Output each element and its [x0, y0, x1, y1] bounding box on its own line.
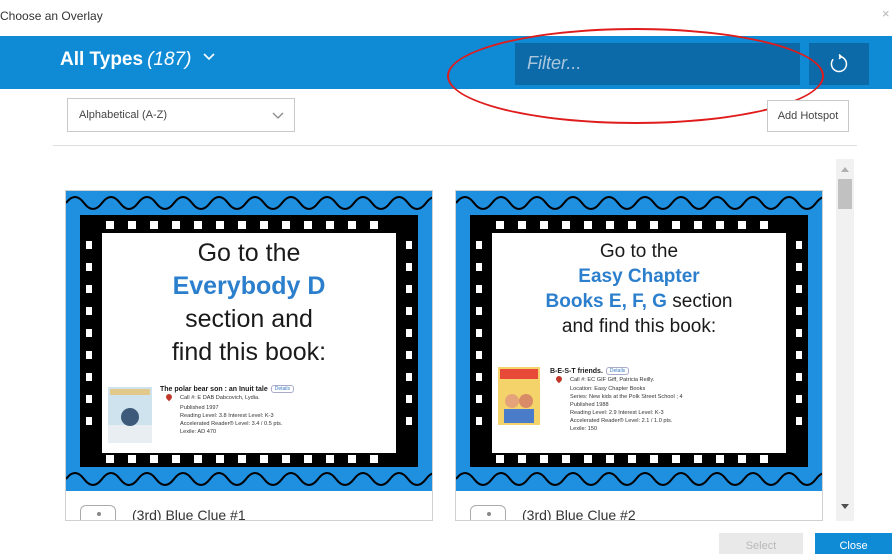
- add-hotspot-button[interactable]: Add Hotspot: [767, 100, 849, 132]
- book-cover-image: [498, 367, 540, 425]
- slide-panel: Go to the Everybody D section and find t…: [102, 233, 396, 453]
- slide-highlight: Everybody D: [172, 272, 326, 300]
- scroll-up-arrow-icon[interactable]: [841, 167, 849, 172]
- book-reading-level: Reading Level: 3.8 Interest Level: K-3: [180, 413, 274, 419]
- refresh-button[interactable]: [809, 43, 869, 85]
- slide-panel: Go to the Easy Chapter Books E, F, G sec…: [492, 233, 786, 453]
- chevron-down-icon: [203, 53, 215, 61]
- slide-highlight: Easy Chapter: [578, 266, 700, 287]
- scroll-down-arrow-icon[interactable]: [841, 504, 849, 509]
- slide-line: Go to the: [599, 241, 679, 262]
- close-icon[interactable]: ×: [882, 6, 892, 21]
- details-button: Details: [270, 385, 295, 393]
- book-title: B-E-S-T friends. Details: [550, 367, 630, 375]
- book-ar-level: Accelerated Reader® Level: 2.1 / 1.0 pts…: [570, 418, 673, 424]
- location-pin-icon: [554, 374, 564, 384]
- slide-highlight: Books E, F, G: [545, 291, 667, 312]
- type-dropdown-label: All Types: [60, 49, 144, 70]
- slide-line: section and: [185, 305, 313, 333]
- divider: [53, 145, 857, 146]
- book-title-text: The polar bear son : an Inuit tale: [160, 386, 268, 393]
- overlay-dialog: Choose an Overlay × All Types (187) Filte…: [0, 0, 892, 554]
- scrollbar[interactable]: [836, 159, 854, 521]
- dialog-title-bar: Choose an Overlay ×: [0, 0, 892, 36]
- book-reading-level: Reading Level: 2.9 Interest Level: K-3: [570, 410, 664, 416]
- card-label: (3rd) Blue Clue #1: [132, 507, 246, 521]
- book-series: Series: New kids at the Polk Street Scho…: [570, 394, 683, 400]
- slide-heading: Go to the Easy Chapter Books E, F, G sec…: [492, 239, 786, 339]
- book-title: The polar bear son : an Inuit tale Detail…: [160, 385, 295, 393]
- card-label: (3rd) Blue Clue #2: [522, 507, 636, 521]
- slide-line: and find this book:: [561, 316, 717, 337]
- close-button[interactable]: Close: [815, 533, 892, 554]
- type-dropdown[interactable]: All Types (187): [60, 49, 215, 71]
- location-pin-icon: [164, 392, 174, 402]
- overlay-card[interactable]: Go to the Easy Chapter Books E, F, G sec…: [455, 190, 823, 521]
- book-call-number: Call #: E DAB Dabcovich, Lydia.: [180, 395, 260, 401]
- book-ar-level: Accelerated Reader® Level: 3.4 / 0.5 pts…: [180, 421, 283, 427]
- book-published: Published 1988: [570, 402, 609, 408]
- card-footer: (3rd) Blue Clue #1: [66, 491, 432, 521]
- chevron-down-icon: [272, 112, 284, 119]
- scroll-thumb[interactable]: [838, 179, 852, 209]
- overlay-card[interactable]: Go to the Everybody D section and find t…: [65, 190, 433, 521]
- book-published: Published 1997: [180, 405, 219, 411]
- sort-value: Alphabetical (A-Z): [79, 109, 168, 121]
- radio-dot: [97, 512, 101, 516]
- filter-placeholder: Filter...: [527, 53, 582, 73]
- dialog-title: Choose an Overlay: [0, 9, 103, 23]
- slide-line: find this book:: [171, 338, 327, 366]
- slide-line: section: [666, 291, 733, 312]
- toolbar: All Types (187) Filter...: [0, 36, 892, 89]
- select-button[interactable]: Select: [719, 533, 803, 554]
- book-call-number: Call #: EC GIF Giff, Patricia Reilly.: [570, 377, 655, 383]
- book-lexile: Lexile: AD 470: [180, 429, 217, 435]
- refresh-icon: [830, 54, 848, 73]
- card-select-radio[interactable]: [80, 505, 116, 520]
- book-title-text: B-E-S-T friends.: [550, 368, 603, 375]
- card-footer: (3rd) Blue Clue #2: [456, 491, 822, 521]
- slide-heading: Go to the Everybody D section and find t…: [102, 237, 396, 369]
- radio-dot: [487, 512, 491, 516]
- card-select-radio[interactable]: [470, 505, 506, 520]
- type-count: (187): [147, 49, 192, 70]
- book-record: The polar bear son : an Inuit tale Detail…: [102, 383, 396, 449]
- book-cover-image: [108, 387, 152, 443]
- slide-line: Go to the: [197, 239, 301, 267]
- card-thumbnail: Go to the Everybody D section and find t…: [66, 191, 432, 491]
- sort-select[interactable]: Alphabetical (A-Z): [67, 98, 295, 132]
- details-button: Details: [605, 367, 630, 375]
- book-lexile: Lexile: 150: [570, 426, 598, 432]
- book-location: Location: Easy Chapter Books: [570, 386, 646, 392]
- filter-input[interactable]: Filter...: [515, 43, 800, 85]
- book-record: B-E-S-T friends. Details Call #: EC GIF G…: [492, 365, 786, 449]
- card-thumbnail: Go to the Easy Chapter Books E, F, G sec…: [456, 191, 822, 491]
